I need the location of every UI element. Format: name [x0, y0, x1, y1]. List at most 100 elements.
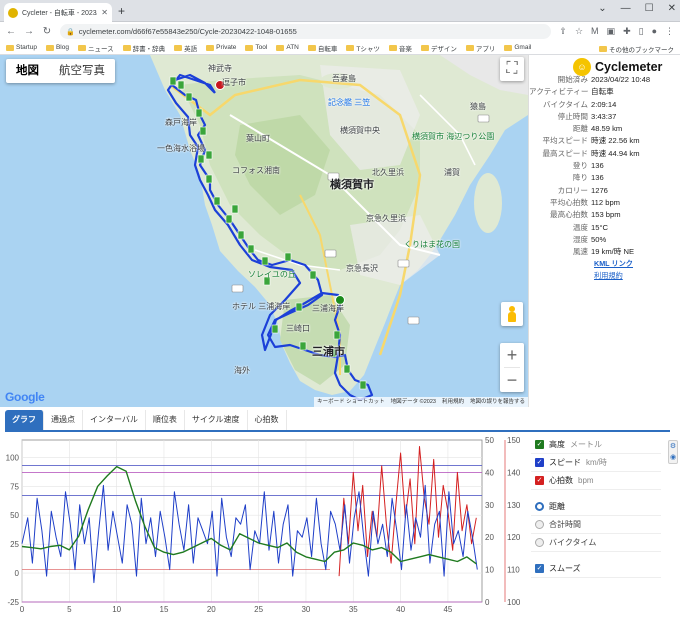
route-map[interactable]: 逗子市 神武寺 吾妻島 記念艦 三笠 横須賀市 海辺つり公園 横須賀中央 葉山町…	[0, 55, 528, 407]
sidepanel-icon[interactable]: ▯	[639, 26, 644, 37]
graph-tab[interactable]: 順位表	[146, 410, 185, 430]
speed-label: スピード	[549, 458, 581, 467]
x-tick-label: 40	[396, 605, 405, 614]
zoom-in-button[interactable]: +	[500, 343, 524, 367]
graph-tab[interactable]: グラフ	[5, 410, 44, 430]
y-tick-label-heart: 110	[507, 566, 520, 575]
x-tick-label: 0	[20, 605, 25, 614]
x-tick-label: 15	[160, 605, 169, 614]
bookmark-item[interactable]: 英語	[174, 43, 197, 53]
bookmark-item[interactable]: デザイン	[420, 43, 457, 53]
folder-icon	[420, 44, 429, 51]
reload-icon[interactable]: ↻	[42, 26, 52, 37]
graph-tab[interactable]: インターバル	[83, 410, 146, 430]
map-type-map-button[interactable]: 地図	[6, 59, 49, 83]
puzzle-icon[interactable]: ✚	[623, 26, 631, 37]
bookmark-label: Tool	[255, 44, 268, 51]
bookmark-item[interactable]: Gmail	[504, 44, 531, 51]
total-time-label: 合計時間	[549, 520, 581, 529]
y-tick-label-left: 75	[10, 482, 19, 491]
x-axis-bike-time-option[interactable]: バイクタイム	[531, 534, 661, 552]
map-terms-link[interactable]: 利用規約	[442, 397, 464, 407]
brand-name: Cyclemeter	[595, 60, 663, 74]
folder-icon	[388, 44, 397, 51]
bookmarks-bar: Startup Blog ニュース 辞書・辞典 英語 Private Tool ATN 自転車 T…	[0, 41, 680, 55]
bookmark-item[interactable]: 音楽	[388, 43, 412, 53]
map-type-satellite-button[interactable]: 航空写真	[49, 59, 115, 83]
new-tab-icon[interactable]: +	[118, 4, 125, 18]
heart-checkbox[interactable]: ✓	[535, 476, 544, 485]
forward-icon[interactable]: →	[24, 26, 34, 37]
extension-icon[interactable]: ▣	[607, 26, 616, 37]
bookmark-label: アプリ	[475, 45, 496, 53]
graph-tab[interactable]: 心拍数	[248, 410, 287, 430]
gmail-icon[interactable]: M	[591, 26, 599, 37]
zoom-out-button[interactable]: −	[500, 368, 524, 392]
browser-toolbar: ← → ↻ 🔒 cyclemeter.com/d66f67e55843e250/…	[0, 22, 680, 41]
stat-label: バイクタイム	[543, 99, 588, 109]
y-tick-label-speed: 0	[485, 598, 490, 607]
speed-checkbox[interactable]: ✓	[535, 458, 544, 467]
back-icon[interactable]: ←	[6, 26, 16, 37]
x-axis-distance-option[interactable]: 距離	[531, 498, 661, 516]
map-label-yokosuka: 横須賀市	[330, 179, 374, 191]
bookmark-label: Tシャツ	[356, 45, 380, 53]
smooth-checkbox[interactable]: ✓	[535, 564, 544, 573]
bike-time-radio[interactable]	[535, 538, 544, 547]
speed-toggle[interactable]: ✓ スピード km/時	[531, 454, 661, 472]
altitude-checkbox[interactable]: ✓	[535, 440, 544, 449]
map-canvas[interactable]	[0, 55, 528, 407]
x-axis-total-time-option[interactable]: 合計時間	[531, 516, 661, 534]
smooth-toggle[interactable]: ✓ スムーズ	[531, 560, 661, 578]
report-error-link[interactable]: 地図の誤りを報告する	[470, 397, 525, 407]
bookmark-item[interactable]: ニュース	[77, 43, 114, 53]
map-label-miura: 三浦市	[312, 346, 345, 358]
google-logo[interactable]: Google	[5, 390, 45, 404]
x-tick-label: 30	[301, 605, 310, 614]
bookmark-item[interactable]: Private	[206, 44, 236, 51]
ride-chart[interactable]: -25 0 25 50 75 100 0 10 20 30 40 50 100 110 120 130 140 1…	[0, 432, 530, 618]
bookmark-item[interactable]: ATN	[276, 44, 299, 51]
other-bookmarks[interactable]: その他のブックマーク	[599, 44, 674, 54]
minimize-icon[interactable]: —	[621, 3, 631, 14]
altitude-toggle[interactable]: ✓ 高度 メートル	[531, 436, 661, 454]
chart-canvas[interactable]: -250255075100010203040501001101201301401…	[0, 432, 530, 618]
y-tick-label-left: 25	[10, 540, 19, 549]
bookmark-item[interactable]: Tool	[245, 44, 267, 51]
bookmark-item[interactable]: Blog	[45, 44, 69, 51]
stat-label: 降り	[572, 173, 588, 183]
heart-label: 心拍数	[549, 476, 573, 485]
bookmark-item[interactable]: 自転車	[307, 43, 337, 53]
close-tab-icon[interactable]: ✕	[101, 8, 108, 17]
profile-icon[interactable]: ●	[652, 26, 657, 37]
bookmark-item[interactable]: 辞書・辞典	[122, 43, 165, 53]
heart-toggle[interactable]: ✓ 心拍数 bpm	[531, 472, 661, 490]
distance-radio[interactable]	[535, 502, 544, 511]
kml-link[interactable]: KML リンク	[594, 258, 680, 270]
settings-side-handle[interactable]: ⚙ ◉	[668, 440, 678, 464]
star-icon[interactable]: ☆	[575, 26, 583, 37]
bookmark-item[interactable]: アプリ	[465, 43, 496, 53]
menu-icon[interactable]: ⋮	[665, 26, 674, 37]
close-window-icon[interactable]: ✕	[668, 3, 676, 14]
address-bar[interactable]: 🔒 cyclemeter.com/d66f67e55843e250/Cycle-…	[60, 24, 552, 39]
graph-tab[interactable]: サイクル速度	[185, 410, 248, 430]
keyboard-shortcuts-link[interactable]: キーボード ショートカット	[317, 397, 385, 407]
stat-row: 開始済み 2023/04/22 10:48	[529, 74, 680, 86]
street-view-pegman-icon[interactable]	[501, 302, 523, 326]
bookmark-item[interactable]: Tシャツ	[346, 43, 380, 53]
bookmark-item[interactable]: Startup	[6, 44, 37, 51]
browser-tab[interactable]: Cycleter - 自転車 - 2023/04/2… ✕	[4, 3, 112, 22]
graph-tab[interactable]: 通過点	[44, 410, 83, 430]
stat-row: 最高心拍数 153 bpm	[529, 209, 680, 221]
terms-link[interactable]: 利用規約	[594, 270, 680, 282]
bookmark-label: 音楽	[398, 45, 412, 53]
fullscreen-icon[interactable]: ⛶	[500, 57, 524, 81]
bookmark-label: Blog	[55, 44, 69, 51]
stat-label: 湿度	[572, 234, 588, 244]
chevron-down-icon[interactable]: ⌄	[598, 3, 606, 14]
stat-value: 15°C	[591, 222, 608, 232]
share-icon[interactable]: ⇪	[559, 26, 567, 37]
maximize-icon[interactable]: ☐	[645, 3, 654, 14]
total-time-radio[interactable]	[535, 520, 544, 529]
